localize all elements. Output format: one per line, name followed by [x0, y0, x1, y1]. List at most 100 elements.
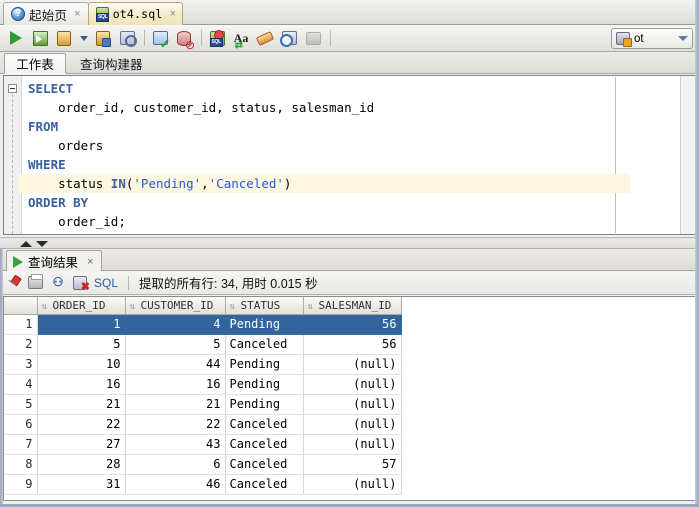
- table-cell-salesman-id[interactable]: (null): [303, 354, 401, 374]
- row-number-cell[interactable]: 8: [4, 454, 37, 474]
- fetch-all-rows-icon[interactable]: ⚇: [50, 276, 66, 289]
- table-cell-status[interactable]: Canceled: [225, 454, 303, 474]
- table-cell-salesman-id[interactable]: (null): [303, 474, 401, 494]
- table-cell-customer-id[interactable]: 21: [125, 394, 225, 414]
- row-number-cell[interactable]: 5: [4, 394, 37, 414]
- table-cell-customer-id[interactable]: 22: [125, 414, 225, 434]
- rollback-icon: [177, 31, 191, 46]
- row-number-cell[interactable]: 6: [4, 414, 37, 434]
- table-row[interactable]: 62222Canceled(null): [4, 414, 401, 434]
- table-cell-salesman-id[interactable]: 56: [303, 334, 401, 354]
- table-row[interactable]: 114Pending56: [4, 314, 401, 334]
- table-cell-order-id[interactable]: 21: [37, 394, 125, 414]
- row-number-cell[interactable]: 4: [4, 374, 37, 394]
- sql-code-text[interactable]: SELECT order_id, customer_id, status, sa…: [23, 79, 679, 234]
- table-cell-salesman-id[interactable]: (null): [303, 394, 401, 414]
- table-cell-salesman-id[interactable]: (null): [303, 414, 401, 434]
- document-tab-ot4-sql[interactable]: ot4.sql ×: [88, 2, 183, 25]
- column-header-status[interactable]: ⇅STATUS: [225, 297, 303, 314]
- code-fold-toggle-icon[interactable]: [8, 84, 17, 93]
- unshared-sql-worksheet-button[interactable]: [206, 28, 228, 49]
- table-row[interactable]: 31044Pending(null): [4, 354, 401, 374]
- table-row[interactable]: 8286Canceled57: [4, 454, 401, 474]
- sql-token: FROM: [28, 119, 58, 134]
- row-number-cell[interactable]: 2: [4, 334, 37, 354]
- run-script-button[interactable]: [29, 28, 51, 49]
- column-header-customer-id[interactable]: ⇅CUSTOMER_ID: [125, 297, 225, 314]
- close-icon[interactable]: ×: [170, 9, 176, 20]
- autotrace-button[interactable]: [92, 28, 114, 49]
- table-cell-customer-id[interactable]: 43: [125, 434, 225, 454]
- row-number-header[interactable]: [4, 297, 37, 314]
- table-cell-customer-id[interactable]: 6: [125, 454, 225, 474]
- sql-editor[interactable]: SELECT order_id, customer_id, status, sa…: [3, 75, 696, 235]
- table-row[interactable]: 255Canceled56: [4, 334, 401, 354]
- tab-worksheet[interactable]: 工作表: [4, 53, 66, 74]
- clear-worksheet-button[interactable]: [254, 28, 276, 49]
- row-number-cell[interactable]: 9: [4, 474, 37, 494]
- pin-icon[interactable]: [8, 276, 21, 289]
- table-cell-salesman-id[interactable]: 57: [303, 454, 401, 474]
- sql-code-line: orders: [23, 136, 679, 155]
- table-row[interactable]: 72743Canceled(null): [4, 434, 401, 454]
- table-row[interactable]: 52121Pending(null): [4, 394, 401, 414]
- table-cell-status[interactable]: Canceled: [225, 334, 303, 354]
- print-icon[interactable]: [28, 276, 43, 289]
- table-cell-customer-id[interactable]: 46: [125, 474, 225, 494]
- tab-query-builder[interactable]: 查询构建器: [70, 53, 153, 74]
- table-cell-salesman-id[interactable]: (null): [303, 374, 401, 394]
- result-grid[interactable]: ⇅ORDER_ID⇅CUSTOMER_ID⇅STATUS⇅SALESMAN_ID…: [3, 296, 696, 501]
- table-cell-status[interactable]: Pending: [225, 374, 303, 394]
- table-cell-order-id[interactable]: 22: [37, 414, 125, 434]
- table-row[interactable]: 93146Canceled(null): [4, 474, 401, 494]
- table-cell-status[interactable]: Pending: [225, 394, 303, 414]
- column-header-salesman-id[interactable]: ⇅SALESMAN_ID: [303, 297, 401, 314]
- commit-button[interactable]: [149, 28, 171, 49]
- table-cell-order-id[interactable]: 28: [37, 454, 125, 474]
- rollback-button[interactable]: [173, 28, 195, 49]
- table-cell-order-id[interactable]: 27: [37, 434, 125, 454]
- table-cell-customer-id[interactable]: 5: [125, 334, 225, 354]
- document-tab-start-page[interactable]: ? 起始页 ×: [3, 2, 89, 25]
- tab-query-result[interactable]: 查询结果 ×: [6, 250, 102, 272]
- explain-plan-button[interactable]: [53, 28, 75, 49]
- toolbar-dropdown-button[interactable]: [77, 28, 90, 49]
- table-cell-order-id[interactable]: 10: [37, 354, 125, 374]
- table-row[interactable]: 41616Pending(null): [4, 374, 401, 394]
- row-number-cell[interactable]: 7: [4, 434, 37, 454]
- row-number-cell[interactable]: 1: [4, 314, 37, 334]
- to-upper-lower-case-button[interactable]: Aa: [230, 28, 252, 49]
- table-cell-salesman-id[interactable]: (null): [303, 434, 401, 454]
- panel-splitter[interactable]: [0, 237, 699, 249]
- query-history-button[interactable]: [278, 28, 300, 49]
- editor-vertical-scrollbar[interactable]: [680, 76, 695, 234]
- sql-label[interactable]: SQL: [94, 276, 118, 290]
- table-cell-status[interactable]: Canceled: [225, 474, 303, 494]
- close-icon[interactable]: ×: [87, 256, 93, 268]
- table-cell-status[interactable]: Pending: [225, 314, 303, 334]
- table-cell-status[interactable]: Canceled: [225, 414, 303, 434]
- splitter-up-arrow-icon[interactable]: [20, 241, 32, 247]
- cancel-icon[interactable]: [73, 276, 87, 290]
- table-cell-customer-id[interactable]: 16: [125, 374, 225, 394]
- sql-history-button[interactable]: [116, 28, 138, 49]
- run-statement-button[interactable]: [5, 28, 27, 49]
- sql-token: 'Pending': [133, 176, 201, 191]
- chevron-down-icon[interactable]: [678, 36, 688, 41]
- close-icon[interactable]: ×: [74, 9, 80, 20]
- table-cell-order-id[interactable]: 31: [37, 474, 125, 494]
- row-number-cell[interactable]: 3: [4, 354, 37, 374]
- column-header-order-id[interactable]: ⇅ORDER_ID: [37, 297, 125, 314]
- table-cell-salesman-id[interactable]: 56: [303, 314, 401, 334]
- table-cell-customer-id[interactable]: 44: [125, 354, 225, 374]
- connection-selector[interactable]: ot: [611, 28, 693, 49]
- table-cell-order-id[interactable]: 5: [37, 334, 125, 354]
- table-cell-order-id[interactable]: 16: [37, 374, 125, 394]
- splitter-down-arrow-icon[interactable]: [36, 241, 48, 247]
- table-cell-status[interactable]: Canceled: [225, 434, 303, 454]
- table-cell-order-id[interactable]: 1: [37, 314, 125, 334]
- table-cell-customer-id[interactable]: 4: [125, 314, 225, 334]
- tools-button[interactable]: [302, 28, 324, 49]
- result-table[interactable]: ⇅ORDER_ID⇅CUSTOMER_ID⇅STATUS⇅SALESMAN_ID…: [4, 297, 402, 495]
- table-cell-status[interactable]: Pending: [225, 354, 303, 374]
